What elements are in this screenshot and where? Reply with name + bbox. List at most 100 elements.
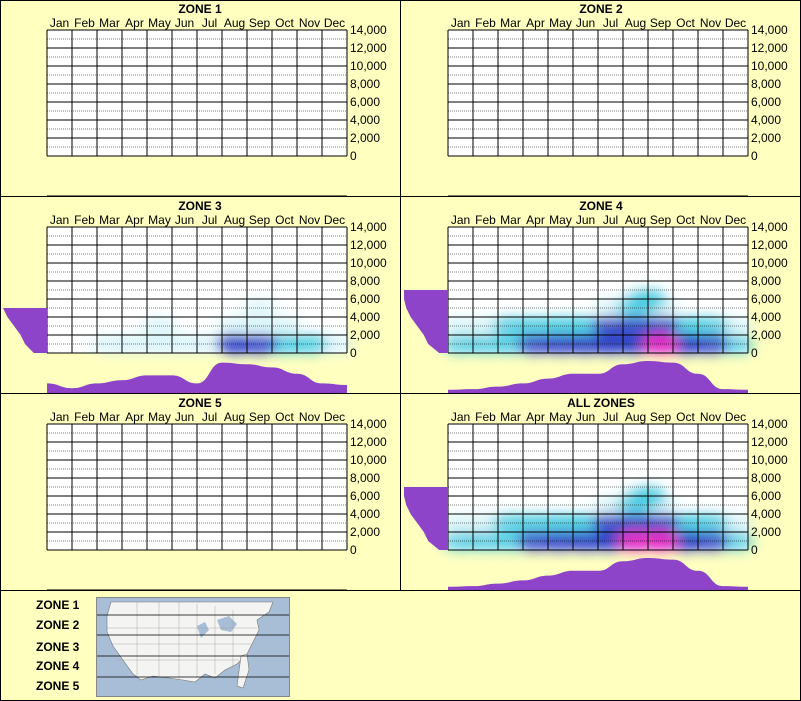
y-tick-label: 6,000 [350, 489, 380, 503]
month-label-may: May [549, 16, 572, 30]
y-tick-label: 0 [751, 543, 758, 557]
chart-title: ZONE 2 [579, 2, 623, 16]
vertical-divider [400, 0, 401, 590]
y-tick-label: 12,000 [751, 435, 788, 449]
zone-map [96, 597, 290, 697]
month-label-nov: Nov [299, 16, 320, 30]
month-label-jan: Jan [50, 16, 69, 30]
zone-1-chart: ZONE 1 Jan Feb Mar Apr May Jun Jul Aug Sep Oct Nov D… [46, 2, 387, 196]
month-label-jan: Jan [451, 213, 470, 227]
y-tick-label: 8,000 [350, 471, 380, 485]
month-label-apr: Apr [125, 410, 144, 424]
y-tick-label: 8,000 [751, 471, 781, 485]
y-tick-label: 0 [350, 543, 357, 557]
horizontal-divider-1 [0, 196, 801, 197]
outer-border-top [0, 0, 801, 1]
month-density-profile [47, 362, 347, 393]
month-label-aug: Aug [625, 410, 646, 424]
legend-zone-5-label: ZONE 5 [36, 679, 80, 693]
month-label-jul: Jul [603, 410, 618, 424]
month-label-dec: Dec [324, 16, 345, 30]
month-label-jan: Jan [50, 410, 69, 424]
month-label-jul: Jul [603, 213, 618, 227]
month-label-feb: Feb [74, 213, 95, 227]
month-label-sep: Sep [650, 213, 672, 227]
month-label-feb: Feb [74, 16, 95, 30]
month-label-apr: Apr [125, 16, 144, 30]
month-label-sep: Sep [650, 16, 672, 30]
month-label-apr: Apr [526, 16, 545, 30]
month-label-oct: Oct [275, 16, 294, 30]
month-label-aug: Aug [224, 213, 245, 227]
month-label-mar: Mar [500, 213, 521, 227]
y-tick-label: 0 [350, 149, 357, 163]
month-label-oct: Oct [676, 213, 695, 227]
month-label-aug: Aug [625, 16, 646, 30]
month-label-sep: Sep [249, 410, 271, 424]
zone-1-panel: ZONE 1 Jan Feb Mar Apr May Jun Jul Aug Sep Oct Nov D… [0, 0, 400, 196]
y-tick-label: 6,000 [350, 292, 380, 306]
y-tick-label: 8,000 [751, 274, 781, 288]
y-tick-label: 4,000 [350, 507, 380, 521]
month-label-jan: Jan [50, 213, 69, 227]
y-tick-label: 14,000 [751, 417, 788, 431]
legend-zone-3-label: ZONE 3 [36, 640, 80, 654]
month-label-mar: Mar [99, 410, 120, 424]
legend-zone-2-label: ZONE 2 [36, 618, 80, 632]
month-density-profile [448, 361, 748, 393]
y-tick-label: 12,000 [751, 41, 788, 55]
month-label-oct: Oct [676, 410, 695, 424]
legend-zone-1-label: ZONE 1 [36, 598, 80, 612]
month-label-oct: Oct [275, 410, 294, 424]
y-tick-label: 12,000 [350, 41, 387, 55]
month-label-dec: Dec [725, 410, 746, 424]
y-tick-label: 6,000 [751, 489, 781, 503]
horizontal-divider-3 [0, 590, 801, 591]
month-label-aug: Aug [224, 410, 245, 424]
outer-border-left [0, 0, 1, 701]
y-tick-label: 2,000 [751, 131, 781, 145]
us-map-icon [97, 601, 289, 689]
y-tick-label: 6,000 [751, 292, 781, 306]
y-tick-label: 2,000 [350, 131, 380, 145]
zone-3-chart: ZONE 3 Jan Feb Mar Apr May Jun Jul Aug Sep Oct Nov D… [3, 199, 387, 393]
horizontal-divider-2 [0, 393, 801, 394]
month-label-jun: Jun [576, 213, 595, 227]
y-tick-label: 6,000 [350, 95, 380, 109]
month-label-jun: Jun [175, 213, 194, 227]
month-label-jun: Jun [175, 16, 194, 30]
month-label-dec: Dec [725, 16, 746, 30]
month-label-jan: Jan [451, 16, 470, 30]
month-label-apr: Apr [526, 410, 545, 424]
y-tick-label: 4,000 [350, 310, 380, 324]
zone-5-chart: ZONE 5 Jan Feb Mar Apr May Jun Jul Aug Sep Oct Nov D… [46, 396, 387, 590]
y-tick-label: 2,000 [751, 328, 781, 342]
y-tick-label: 2,000 [350, 328, 380, 342]
y-tick-label: 4,000 [751, 310, 781, 324]
y-tick-label: 14,000 [350, 23, 387, 37]
month-label-jul: Jul [202, 213, 217, 227]
y-tick-label: 14,000 [350, 220, 387, 234]
zone-4-panel: ZONE 4 Jan Feb Mar Apr May Jun Jul Aug Sep Oct Nov D… [401, 197, 801, 393]
chart-title: ZONE 1 [178, 2, 222, 16]
month-label-feb: Feb [475, 213, 496, 227]
zone-3-panel: ZONE 3 Jan Feb Mar Apr May Jun Jul Aug Sep Oct Nov D… [0, 197, 400, 393]
y-tick-label: 10,000 [751, 453, 788, 467]
month-label-dec: Dec [324, 410, 345, 424]
month-label-jul: Jul [202, 16, 217, 30]
month-label-nov: Nov [700, 16, 721, 30]
y-tick-label: 10,000 [350, 256, 387, 270]
y-tick-label: 12,000 [751, 238, 788, 252]
month-label-mar: Mar [500, 16, 521, 30]
chart-title: ZONE 5 [178, 396, 222, 410]
month-label-jul: Jul [202, 410, 217, 424]
month-label-feb: Feb [475, 16, 496, 30]
month-label-sep: Sep [249, 16, 271, 30]
month-label-aug: Aug [224, 16, 245, 30]
month-label-jun: Jun [576, 16, 595, 30]
month-label-may: May [148, 16, 171, 30]
month-label-nov: Nov [299, 410, 320, 424]
month-label-feb: Feb [475, 410, 496, 424]
y-tick-label: 6,000 [751, 95, 781, 109]
y-tick-label: 8,000 [350, 274, 380, 288]
